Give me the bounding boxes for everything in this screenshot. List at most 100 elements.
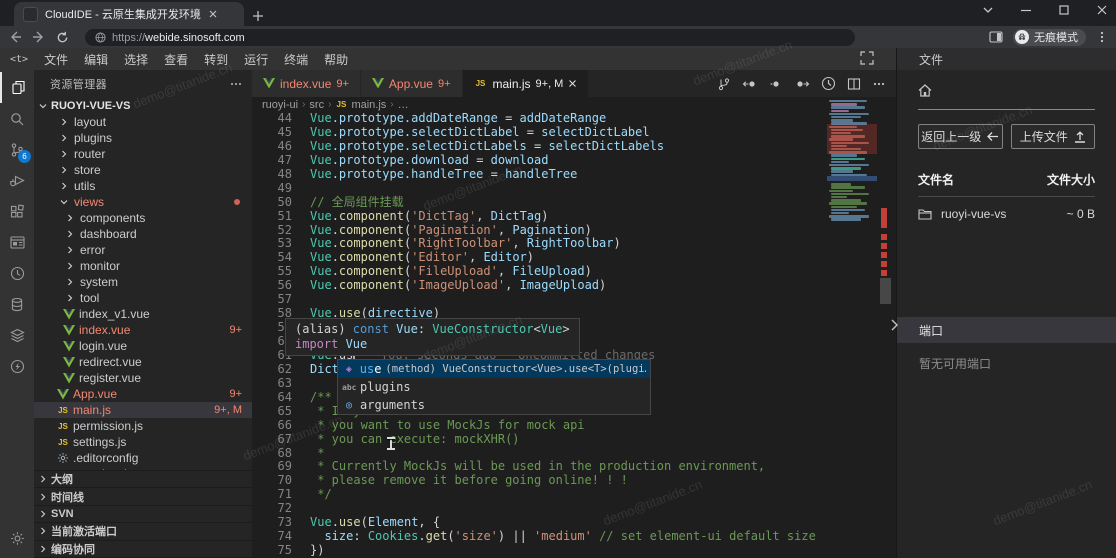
tree-item-permission.js[interactable]: JS permission.js [34, 418, 252, 434]
next-change-icon[interactable] [794, 77, 810, 91]
close-window-icon[interactable] [1096, 4, 1108, 16]
tree-item-redirect.vue[interactable]: redirect.vue [34, 354, 252, 370]
change-dot-icon[interactable] [769, 77, 783, 91]
code-line[interactable]: 75}) [252, 544, 896, 558]
tree-item-monitor[interactable]: monitor [34, 258, 252, 274]
tab-close-icon[interactable] [208, 9, 218, 19]
tree-item-utils[interactable]: utils [34, 178, 252, 194]
scrollbar-thumb[interactable] [880, 278, 891, 304]
code-line[interactable]: 44Vue.prototype.addDateRange = addDateRa… [252, 112, 896, 126]
code-line[interactable]: 56Vue.component('ImageUpload', ImageUplo… [252, 279, 896, 293]
menu-item[interactable]: 编辑 [76, 51, 116, 68]
tab-index.vue[interactable]: index.vue 9+ [252, 70, 361, 97]
tree-item-.env.development[interactable]: .env.development [34, 466, 252, 470]
minimap[interactable] [827, 100, 877, 558]
previous-change-icon[interactable] [742, 77, 758, 91]
code-line[interactable]: 50// 全局组件挂载 [252, 196, 896, 210]
back-to-parent-button[interactable]: 返回上一级 [918, 124, 1003, 149]
explorer-more-icon[interactable] [230, 78, 242, 90]
code-line[interactable]: 54Vue.component('Editor', Editor) [252, 251, 896, 265]
split-editor-icon[interactable] [847, 77, 861, 91]
tab-App.vue[interactable]: App.vue 9+ [361, 70, 463, 97]
tree-item-store[interactable]: store [34, 162, 252, 178]
fullscreen-icon[interactable] [860, 51, 874, 65]
tree-item-views[interactable]: views [34, 194, 252, 210]
tree-item-settings.js[interactable]: JS settings.js [34, 434, 252, 450]
extensions-icon[interactable] [0, 196, 34, 227]
tree-item-system[interactable]: system [34, 274, 252, 290]
breadcrumb-item[interactable]: main.js [351, 99, 386, 111]
tree-item-dashboard[interactable]: dashboard [34, 226, 252, 242]
suggest-item-use[interactable]: ◈use(method) VueConstructor<Vue>.use<T>(… [338, 360, 650, 378]
code-line[interactable]: 68 * [252, 447, 896, 461]
tree-item-.editorconfig[interactable]: .editorconfig [34, 450, 252, 466]
run-debug-icon[interactable] [0, 165, 34, 196]
search-icon[interactable] [0, 103, 34, 134]
home-icon[interactable] [918, 84, 932, 97]
tree-item-main.js[interactable]: JS main.js 9+, M [34, 402, 252, 418]
tree-item-router[interactable]: router [34, 146, 252, 162]
section-大纲[interactable]: 大纲 [34, 471, 252, 488]
code-line[interactable]: 49 [252, 182, 896, 196]
tree-item-App.vue[interactable]: App.vue 9+ [34, 386, 252, 402]
suggest-item-plugins[interactable]: abcplugins [338, 378, 650, 396]
lightning-icon[interactable] [0, 351, 34, 382]
explorer-icon[interactable] [0, 72, 34, 103]
code-editor[interactable]: 44Vue.prototype.addDateRange = addDateRa… [252, 112, 896, 558]
upload-file-button[interactable]: 上传文件 [1011, 124, 1096, 149]
code-line[interactable]: 47Vue.prototype.download = download [252, 154, 896, 168]
tree-root[interactable]: RUOYI-VUE-VS [34, 97, 252, 114]
tab-main.js[interactable]: JS main.js 9+, M [463, 70, 590, 97]
code-line[interactable]: 66 * you want to use MockJs for mock api [252, 419, 896, 433]
tree-item-tool[interactable]: tool [34, 290, 252, 306]
section-编码协同[interactable]: 编码协同 [34, 541, 252, 558]
tree-item-index_v1.vue[interactable]: index_v1.vue [34, 306, 252, 322]
side-panel-icon[interactable] [989, 30, 1003, 44]
code-line[interactable]: 51Vue.component('DictTag', DictTag) [252, 210, 896, 224]
suggest-item-arguments[interactable]: ◎arguments [338, 396, 650, 414]
code-line[interactable]: 70 * please remove it before going onlin… [252, 474, 896, 488]
address-bar[interactable]: https://webide.sinosoft.com [85, 29, 855, 46]
tab-close-icon[interactable] [568, 79, 577, 88]
panel-collapse-chevron-icon[interactable] [889, 317, 900, 333]
code-line[interactable]: 69 * Currently MockJs will be used in th… [252, 460, 896, 474]
tree-item-components[interactable]: components [34, 210, 252, 226]
menu-item[interactable]: 帮助 [316, 51, 356, 68]
code-line[interactable]: 55Vue.component('FileUpload', FileUpload… [252, 265, 896, 279]
section-时间线[interactable]: 时间线 [34, 488, 252, 505]
code-line[interactable]: 57 [252, 293, 896, 307]
tab-search-chevron-icon[interactable] [982, 4, 994, 16]
menu-item[interactable]: 终端 [276, 51, 316, 68]
tree-item-index.vue[interactable]: index.vue 9+ [34, 322, 252, 338]
source-control-icon[interactable]: 6 [0, 134, 34, 165]
site-info-globe-icon[interactable] [95, 32, 106, 43]
code-line[interactable]: 74 size: Cookies.get('size') || 'medium'… [252, 530, 896, 544]
database-icon[interactable] [0, 289, 34, 320]
browser-tab[interactable]: CloudIDE - 云原生集成开发环境 [14, 2, 244, 26]
open-changes-icon[interactable] [717, 77, 731, 91]
code-line[interactable]: 46Vue.prototype.selectDictLabels = selec… [252, 140, 896, 154]
code-line[interactable]: 52Vue.component('Pagination', Pagination… [252, 224, 896, 238]
breadcrumb-item[interactable]: ruoyi-ui [262, 99, 298, 111]
code-line[interactable]: 67 * you can execute: mockXHR() [252, 433, 896, 447]
new-tab-button[interactable] [252, 10, 264, 22]
browser-menu-icon[interactable] [1096, 31, 1108, 43]
preview-window-icon[interactable] [0, 227, 34, 258]
more-actions-icon[interactable] [872, 77, 886, 91]
breadcrumb-item[interactable]: … [398, 99, 409, 111]
timeline-clock-icon[interactable] [0, 258, 34, 289]
back-icon[interactable] [8, 30, 22, 44]
tree-item-error[interactable]: error [34, 242, 252, 258]
tree-item-login.vue[interactable]: login.vue [34, 338, 252, 354]
section-当前激活端口[interactable]: 当前激活端口 [34, 523, 252, 540]
file-row[interactable]: ruoyi-vue-vs ~ 0 B [918, 197, 1095, 231]
menu-item[interactable]: 运行 [236, 51, 276, 68]
tree-item-plugins[interactable]: plugins [34, 130, 252, 146]
code-line[interactable]: 53Vue.component('RightToolbar', RightToo… [252, 237, 896, 251]
ports-header[interactable]: 端口 [897, 317, 1116, 343]
menu-item[interactable]: 查看 [156, 51, 196, 68]
reload-icon[interactable] [56, 31, 69, 44]
code-line[interactable]: 73Vue.use(Element, { [252, 516, 896, 530]
run-timeline-icon[interactable] [821, 76, 836, 91]
code-line[interactable]: 48Vue.prototype.handleTree = handleTree [252, 168, 896, 182]
